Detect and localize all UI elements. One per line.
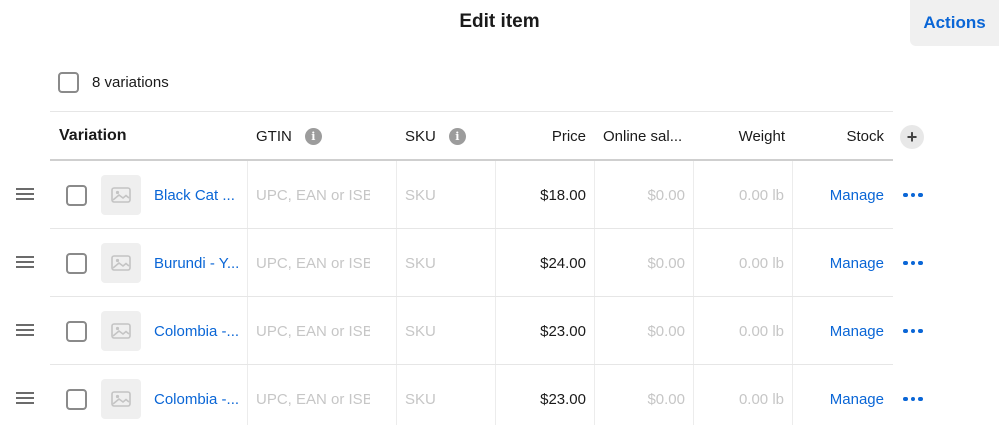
edit-item-page: Edit item Actions 8 variations Variation…: [0, 0, 999, 425]
column-header-variation: Variation: [59, 127, 127, 144]
table-row: Black Cat ... UPC, EAN or ISBN SKU $18.0…: [0, 161, 999, 229]
select-all-checkbox[interactable]: [58, 72, 79, 93]
cell-divider: [594, 161, 595, 228]
column-header-online-sale: Online sal...: [603, 127, 683, 145]
weight-placeholder: 0.00: [738, 186, 769, 204]
cell-divider: [792, 229, 793, 296]
image-placeholder-icon[interactable]: [101, 175, 141, 215]
weight-input[interactable]: 0.00 lb: [739, 229, 784, 297]
cell-divider: [396, 229, 397, 296]
weight-unit: lb: [772, 322, 784, 340]
variation-name-link[interactable]: Colombia -...: [154, 297, 239, 365]
image-placeholder-icon[interactable]: [101, 243, 141, 283]
row-checkbox[interactable]: [66, 321, 87, 342]
variation-name-link[interactable]: Colombia -...: [154, 365, 239, 425]
online-sale-price-input[interactable]: $0.00: [647, 229, 685, 297]
actions-button[interactable]: Actions: [910, 0, 999, 46]
row-checkbox[interactable]: [66, 389, 87, 410]
column-header-gtin: GTIN i: [256, 112, 322, 160]
gtin-info-icon[interactable]: i: [304, 127, 322, 145]
select-all-variations: 8 variations: [58, 72, 169, 93]
manage-stock-link[interactable]: Manage: [830, 161, 884, 229]
cell-divider: [396, 297, 397, 364]
online-sale-price-input[interactable]: $0.00: [647, 161, 685, 229]
cell-divider: [495, 161, 496, 228]
cell-divider: [792, 161, 793, 228]
weight-placeholder: 0.00: [738, 322, 769, 340]
page-title: Edit item: [459, 11, 540, 32]
gtin-input[interactable]: UPC, EAN or ISBN: [256, 229, 370, 297]
cell-divider: [792, 365, 793, 425]
column-header-stock: Stock: [846, 127, 884, 145]
weight-unit: lb: [772, 254, 784, 272]
column-header-weight: Weight: [738, 127, 785, 145]
gtin-input[interactable]: UPC, EAN or ISBN: [256, 365, 370, 425]
image-placeholder-icon[interactable]: [101, 311, 141, 351]
cell-divider: [594, 297, 595, 364]
cell-divider: [693, 297, 694, 364]
cell-divider: [693, 365, 694, 425]
drag-handle-icon[interactable]: [16, 392, 34, 404]
weight-input[interactable]: 0.00 lb: [739, 297, 784, 365]
cell-divider: [693, 161, 694, 228]
price-input[interactable]: $23.00: [540, 297, 586, 365]
cell-divider: [247, 297, 248, 364]
more-horizontal-icon[interactable]: [903, 297, 923, 365]
cell-divider: [594, 365, 595, 425]
variation-name-link[interactable]: Black Cat ...: [154, 161, 235, 229]
image-placeholder-icon[interactable]: [101, 379, 141, 419]
sku-input[interactable]: SKU: [405, 297, 436, 365]
cell-divider: [495, 365, 496, 425]
price-input[interactable]: $23.00: [540, 365, 586, 425]
row-checkbox[interactable]: [66, 185, 87, 206]
cell-divider: [495, 229, 496, 296]
weight-placeholder: 0.00: [738, 254, 769, 272]
more-horizontal-icon[interactable]: [903, 161, 923, 229]
variation-name-link[interactable]: Burundi - Y...: [154, 229, 239, 297]
cell-divider: [396, 161, 397, 228]
row-checkbox[interactable]: [66, 253, 87, 274]
sku-input[interactable]: SKU: [405, 161, 436, 229]
sku-input[interactable]: SKU: [405, 229, 436, 297]
weight-input[interactable]: 0.00 lb: [739, 365, 784, 425]
gtin-input[interactable]: UPC, EAN or ISBN: [256, 297, 370, 365]
more-horizontal-icon[interactable]: [903, 365, 923, 425]
weight-unit: lb: [772, 186, 784, 204]
table-row: Burundi - Y... UPC, EAN or ISBN SKU $24.…: [0, 229, 999, 297]
drag-handle-icon[interactable]: [16, 188, 34, 200]
sku-input[interactable]: SKU: [405, 365, 436, 425]
variations-count-label: 8 variations: [92, 74, 169, 91]
price-input[interactable]: $24.00: [540, 229, 586, 297]
manage-stock-link[interactable]: Manage: [830, 229, 884, 297]
table-row: Colombia -... UPC, EAN or ISBN SKU $23.0…: [0, 297, 999, 365]
table-header: Variation GTIN i SKU i Price Online sal.…: [50, 112, 893, 161]
column-header-price: Price: [551, 127, 586, 145]
sku-info-icon[interactable]: i: [448, 127, 466, 145]
online-sale-price-input[interactable]: $0.00: [647, 297, 685, 365]
column-header-sku-label: SKU: [405, 127, 436, 145]
add-column-plus-icon[interactable]: +: [900, 125, 924, 149]
column-header-gtin-label: GTIN: [256, 127, 292, 145]
cell-divider: [495, 297, 496, 364]
gtin-input[interactable]: UPC, EAN or ISBN: [256, 161, 370, 229]
cell-divider: [247, 365, 248, 425]
drag-handle-icon[interactable]: [16, 324, 34, 336]
more-horizontal-icon[interactable]: [903, 229, 923, 297]
cell-divider: [594, 229, 595, 296]
cell-divider: [247, 161, 248, 228]
price-input[interactable]: $18.00: [540, 161, 586, 229]
online-sale-price-input[interactable]: $0.00: [647, 365, 685, 425]
table-row: Colombia -... UPC, EAN or ISBN SKU $23.0…: [0, 365, 999, 425]
cell-divider: [247, 229, 248, 296]
weight-unit: lb: [772, 390, 784, 408]
drag-handle-icon[interactable]: [16, 256, 34, 268]
manage-stock-link[interactable]: Manage: [830, 365, 884, 425]
weight-placeholder: 0.00: [738, 390, 769, 408]
cell-divider: [693, 229, 694, 296]
cell-divider: [396, 365, 397, 425]
column-header-sku: SKU i: [405, 112, 466, 160]
weight-input[interactable]: 0.00 lb: [739, 161, 784, 229]
manage-stock-link[interactable]: Manage: [830, 297, 884, 365]
cell-divider: [792, 297, 793, 364]
